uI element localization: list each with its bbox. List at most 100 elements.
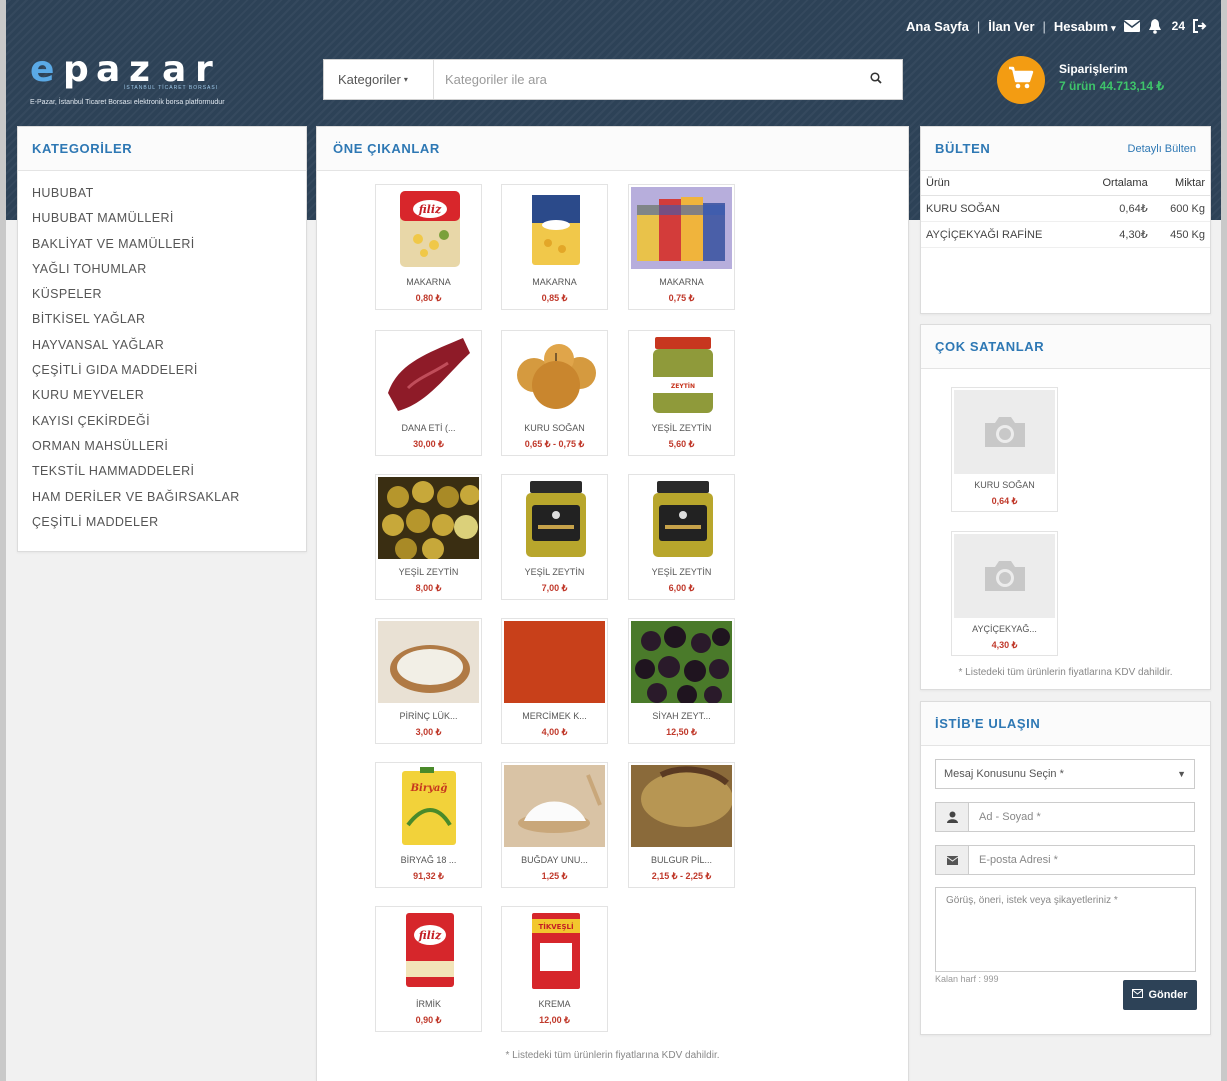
best-seller-card[interactable]: AYÇİÇEKYAĞ... 4,30 ₺ (951, 531, 1058, 656)
bulletin-col-quantity: Miktar (1152, 171, 1210, 196)
product-price: 5,60 ₺ (668, 439, 695, 449)
cart-button[interactable] (997, 56, 1045, 104)
category-item[interactable]: TEKSTİL HAMMADDELERİ (32, 459, 306, 484)
bulletin-cell: 450 Kg (1152, 221, 1210, 248)
camera-icon (954, 390, 1055, 474)
product-image (504, 765, 605, 847)
envelope-icon (1132, 989, 1144, 1001)
message-textarea[interactable] (935, 887, 1196, 972)
product-image (378, 333, 479, 415)
search-input[interactable] (434, 60, 850, 99)
product-price: 0,75 ₺ (668, 293, 695, 303)
svg-text:filiz: filiz (418, 929, 442, 942)
nav-post-ad-link[interactable]: İlan Ver (988, 19, 1034, 34)
product-name: MAKARNA (406, 277, 451, 287)
top-nav: Ana Sayfa | İlan Ver | Hesabım ▾ 24 (906, 16, 1207, 36)
envelope-icon (936, 846, 969, 874)
cart-summary[interactable]: Siparişlerim 7 ürün 44.713,14 ₺ (1059, 62, 1164, 93)
product-name: DANA ETİ (... (401, 423, 456, 433)
email-field[interactable] (969, 846, 1194, 874)
product-image (631, 477, 732, 559)
envelope-icon[interactable] (1123, 20, 1140, 32)
category-item[interactable]: ÇEŞİTLİ GIDA MADDELERİ (32, 358, 306, 383)
window-frame-left (0, 0, 6, 1081)
product-name: MERCİMEK K... (522, 711, 587, 721)
category-item[interactable]: HAM DERİLER VE BAĞIRSAKLAR (32, 485, 306, 510)
product-card[interactable]: ZEYTİN YEŞİL ZEYTİN 5,60 ₺ (628, 330, 735, 456)
category-item[interactable]: HUBUBAT MAMÜLLERİ (32, 206, 306, 231)
search-button[interactable] (850, 60, 902, 99)
category-item[interactable]: BAKLİYAT VE MAMÜLLERİ (32, 232, 306, 257)
category-item[interactable]: HUBUBAT (32, 181, 306, 206)
product-card[interactable]: MERCİMEK K... 4,00 ₺ (501, 618, 608, 744)
send-button[interactable]: Gönder (1123, 980, 1197, 1010)
subject-select[interactable]: Mesaj Konusunu Seçin * ▼ (935, 759, 1195, 789)
logout-icon[interactable] (1193, 19, 1207, 33)
product-card[interactable]: MAKARNA 0,75 ₺ (628, 184, 735, 310)
product-image: ZEYTİN (631, 333, 732, 415)
logo-wordmark: epazar (30, 49, 270, 90)
logo-letter: e (30, 49, 55, 90)
product-card[interactable]: BUĞDAY UNU... 1,25 ₺ (501, 762, 608, 888)
name-field[interactable] (969, 803, 1194, 831)
bulletin-table: Ürün Ortalama Miktar KURU SOĞAN 0,64₺ 60… (921, 171, 1210, 248)
product-card[interactable]: TİKVEŞLİ KREMA 12,00 ₺ (501, 906, 608, 1032)
product-card[interactable]: Biryağ BİRYAĞ 18 ... 91,32 ₺ (375, 762, 482, 888)
product-card[interactable]: KURU SOĞAN 0,65 ₺ - 0,75 ₺ (501, 330, 608, 456)
product-image: Biryağ (378, 765, 479, 847)
category-item[interactable]: ÇEŞİTLİ MADDELER (32, 510, 306, 535)
caret-down-icon: ▾ (1111, 22, 1116, 33)
product-price: 91,32 ₺ (413, 871, 444, 881)
product-price: 2,15 ₺ - 2,25 ₺ (651, 871, 712, 881)
site-logo[interactable]: epazar İSTANBUL TİCARET BORSASI E-Pazar,… (30, 49, 270, 116)
search-category-dropdown[interactable]: Kategoriler ▾ (324, 60, 434, 99)
logo-letter: a (162, 49, 187, 90)
categories-title: KATEGORİLER (32, 141, 133, 156)
bulletin-cell: 4,30₺ (1082, 221, 1153, 248)
bulletin-detail-link[interactable]: Detaylı Bülten (1128, 143, 1196, 155)
product-image (378, 621, 479, 703)
product-image: filiz (378, 909, 479, 991)
category-item[interactable]: KAYISI ÇEKİRDEĞİ (32, 409, 306, 434)
window-frame-right (1221, 0, 1227, 1081)
product-card[interactable]: BULGUR PİL... 2,15 ₺ - 2,25 ₺ (628, 762, 735, 888)
category-item[interactable]: HAYVANSAL YAĞLAR (32, 333, 306, 358)
product-card[interactable]: SİYAH ZEYT... 12,50 ₺ (628, 618, 735, 744)
product-name: İRMİK (415, 999, 441, 1009)
caret-down-icon: ▼ (1177, 769, 1186, 779)
nav-account-label: Hesabım (1053, 18, 1109, 34)
nav-home-link[interactable]: Ana Sayfa (906, 19, 969, 34)
bulletin-col-average: Ortalama (1082, 171, 1153, 196)
bell-icon[interactable] (1148, 18, 1162, 34)
best-sellers-vat-note: * Listedeki tüm ürünlerin fiyatlarına KD… (958, 667, 1173, 678)
user-icon (936, 803, 969, 831)
category-item[interactable]: BİTKİSEL YAĞLAR (32, 307, 306, 332)
shopping-cart-icon (1008, 66, 1034, 95)
product-image (378, 477, 480, 560)
product-name: PİRİNÇ LÜK... (399, 711, 458, 721)
product-image (631, 621, 732, 705)
best-seller-card[interactable]: KURU SOĞAN 0,64 ₺ (951, 387, 1058, 512)
product-card[interactable]: YEŞİL ZEYTİN 7,00 ₺ (501, 474, 608, 600)
product-card[interactable]: filiz MAKARNA 0,80 ₺ (375, 184, 482, 310)
cart-title: Siparişlerim (1059, 62, 1128, 76)
product-card[interactable]: MAKARNA 0,85 ₺ (501, 184, 608, 310)
nav-account-menu[interactable]: Hesabım ▾ (1054, 19, 1116, 34)
product-card[interactable]: PİRİNÇ LÜK... 3,00 ₺ (375, 618, 482, 744)
product-card[interactable]: filiz İRMİK 0,90 ₺ (375, 906, 482, 1032)
best-sellers-panel: ÇOK SATANLAR KURU SOĞAN 0,64 ₺ AYÇİÇEKYA… (920, 324, 1211, 690)
product-name: YEŞİL ZEYTİN (651, 567, 712, 577)
contact-title: İSTİB'E ULAŞIN (935, 716, 1041, 731)
product-card[interactable]: DANA ETİ (... 30,00 ₺ (375, 330, 482, 456)
featured-title: ÖNE ÇIKANLAR (333, 141, 440, 156)
category-item[interactable]: KÜSPELER (32, 282, 306, 307)
product-card[interactable]: YEŞİL ZEYTİN 8,00 ₺ (375, 474, 482, 600)
product-image (504, 621, 605, 703)
product-name: YEŞİL ZEYTİN (524, 567, 585, 577)
category-item[interactable]: YAĞLI TOHUMLAR (32, 257, 306, 282)
product-name: BİRYAĞ 18 ... (400, 855, 457, 865)
category-item[interactable]: ORMAN MAHSÜLLERİ (32, 434, 306, 459)
product-card[interactable]: YEŞİL ZEYTİN 6,00 ₺ (628, 474, 735, 600)
product-image: filiz (378, 187, 479, 269)
category-item[interactable]: KURU MEYVELER (32, 383, 306, 408)
